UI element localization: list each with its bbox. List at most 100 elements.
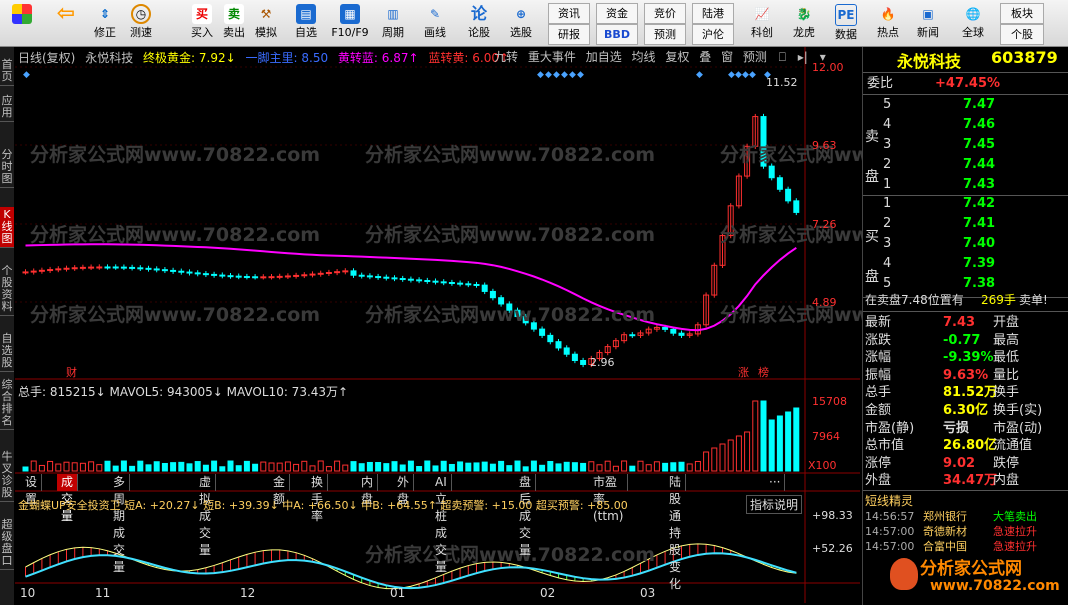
candle-body [563, 347, 570, 355]
volume-bar [284, 461, 291, 472]
candle-body [268, 276, 275, 279]
volume-bar [703, 451, 710, 472]
sector-button[interactable]: 板块 [1000, 3, 1044, 24]
candle-body [79, 266, 86, 269]
ma-button[interactable]: 均线 [632, 50, 656, 64]
tab-hk-holding-change[interactable]: 陆股通持股变化 [665, 474, 687, 591]
quote-panel: 永悦科技 603879 委比 +47.45% 5 7.47 4 7.46 3 7.45 2 7… [862, 47, 1068, 605]
tab-multiperiod-volume[interactable]: 多周期成交量 [109, 474, 131, 574]
volume-bar [604, 460, 611, 472]
overlay-button[interactable]: 叠 [699, 50, 711, 64]
volume-bar [235, 465, 242, 472]
volume-bar [571, 462, 578, 472]
candle-body [399, 278, 406, 281]
volume-bar [96, 464, 103, 472]
forecast-button[interactable]: 预测 [644, 24, 686, 45]
tab-amount[interactable]: 金额 [269, 474, 291, 506]
period-button[interactable]: ▥ 周期 [376, 2, 410, 44]
tab-afterhours-volume[interactable]: 盘后成交量 [515, 474, 537, 557]
volume-bar [776, 415, 783, 472]
watchlist-button[interactable]: ▤ 自选 [288, 2, 324, 44]
time-tick-11: 11 [95, 586, 111, 600]
tab-ranking[interactable]: 综合排名 [0, 377, 14, 430]
buy-button[interactable]: 买买入 [186, 2, 218, 44]
f10-button[interactable]: ▦ F10/F9 [328, 2, 372, 44]
simulate-button[interactable]: ⚒ 模拟 [250, 2, 282, 44]
volume-bar [735, 435, 742, 472]
dragon-tiger-button[interactable]: 🐉 龙虎 [786, 2, 822, 44]
ranking-flag[interactable]: 榜 [758, 364, 769, 380]
stock-label: 永悦科技 [85, 51, 134, 65]
shanghai-london-button[interactable]: 沪伦 [692, 24, 734, 45]
hk-connect-button[interactable]: 陆港 [692, 3, 734, 24]
grid-menu-icon[interactable] [6, 2, 38, 44]
tab-diagnose[interactable]: 牛叉诊股 [0, 449, 14, 502]
volume-bar [268, 462, 275, 472]
data-button[interactable]: PE 数据 [828, 2, 864, 44]
tab-kline[interactable]: K线图 [0, 207, 14, 248]
news-button[interactable]: 资讯 [548, 3, 590, 24]
candle-body [760, 116, 767, 167]
buy-side-label: 买盘 [865, 229, 879, 285]
period-label[interactable]: 日线(复权) [18, 51, 75, 65]
fund-button[interactable]: 资金 [596, 3, 638, 24]
speedtest-button[interactable]: ◷ 测速 [124, 2, 158, 44]
volume-bar [448, 463, 455, 472]
tab-volume[interactable]: 成交量 [57, 474, 79, 523]
lock-icon[interactable]: ⎕ [779, 50, 786, 64]
tab-outer-volume[interactable]: 外盘 [393, 474, 415, 506]
tab-virtual-volume[interactable]: 虚拟成交量 [195, 474, 217, 557]
event-diamond: ◆ [735, 70, 742, 80]
candle-body [580, 360, 587, 365]
major-events-button[interactable]: 重大事件 [528, 50, 576, 64]
chart-toolbar: 九转 重大事件 加自选 均线 复权 叠 窗 预测 ⎕ ▸| ▾ [494, 49, 826, 66]
add-watchlist-button[interactable]: 加自选 [586, 50, 622, 64]
tab-settings[interactable]: 设置 [21, 474, 43, 506]
window-button[interactable]: 窗 [721, 50, 733, 64]
global-button[interactable]: 🌐 全球 [954, 2, 992, 44]
fix-button[interactable]: ⇕ 修正 [88, 2, 122, 44]
stock-picker-button[interactable]: ⊕ 选股 [502, 2, 540, 44]
tab-super-quote[interactable]: 超级盘口 [0, 517, 14, 570]
adjust-button[interactable]: 复权 [665, 50, 689, 64]
tab-turnover[interactable]: 换手率 [307, 474, 329, 523]
draw-line-button[interactable]: ✎ 画线 [418, 2, 452, 44]
forum-button[interactable]: 论论股 [462, 2, 496, 44]
tab-timeshare[interactable]: 分时图 [0, 147, 14, 188]
tab-apps[interactable]: 应用 [0, 93, 14, 122]
volume-bar [498, 460, 505, 472]
back-arrow-icon[interactable]: ⇦ [50, 2, 82, 44]
candle-body [506, 303, 513, 311]
candle-body [416, 279, 423, 282]
stock-button[interactable]: 个股 [1000, 24, 1044, 45]
tab-ai-volume[interactable]: AI立桩成交量 [431, 474, 452, 574]
finance-flag[interactable]: 财 [66, 364, 77, 380]
nine-turn-button[interactable]: 九转 [494, 50, 518, 64]
event-diamond: ◆ [545, 70, 552, 80]
hotspot-button[interactable]: 🔥 热点 [870, 2, 906, 44]
sell-button[interactable]: 卖卖出 [218, 2, 250, 44]
candle-body [489, 290, 496, 299]
tab-more[interactable]: ··· [765, 474, 786, 491]
auction-button[interactable]: 竞价 [644, 3, 686, 24]
volume-bar [719, 443, 726, 472]
star-market-button[interactable]: 📈 科创 [744, 2, 780, 44]
candle-body [137, 267, 144, 270]
tab-inner-volume[interactable]: 内盘 [357, 474, 379, 506]
research-button[interactable]: 研报 [548, 24, 590, 45]
predict-button[interactable]: 预测 [743, 50, 767, 64]
tab-pe-ttm[interactable]: 市盈率(ttm) [589, 474, 629, 523]
bbd-button[interactable]: BBD [596, 24, 638, 45]
limit-up-flag[interactable]: 涨 [738, 364, 749, 380]
indicator-explain-button[interactable]: 指标说明 [746, 495, 803, 514]
tab-watchlist[interactable]: 自选股 [0, 331, 14, 372]
candle-body [252, 276, 259, 279]
indicator-axis-1: +98.33 [812, 509, 853, 522]
candle-body [22, 271, 29, 274]
tab-stock-info[interactable]: 个股资料 [0, 263, 14, 316]
sell-level-1: 1 7.43 [883, 177, 996, 192]
tab-home[interactable]: 首页 [0, 57, 14, 86]
play-icon[interactable]: ▸| [798, 50, 808, 64]
volume-bar [38, 464, 45, 472]
newsfeed-button[interactable]: ▣ 新闻 [910, 2, 946, 44]
